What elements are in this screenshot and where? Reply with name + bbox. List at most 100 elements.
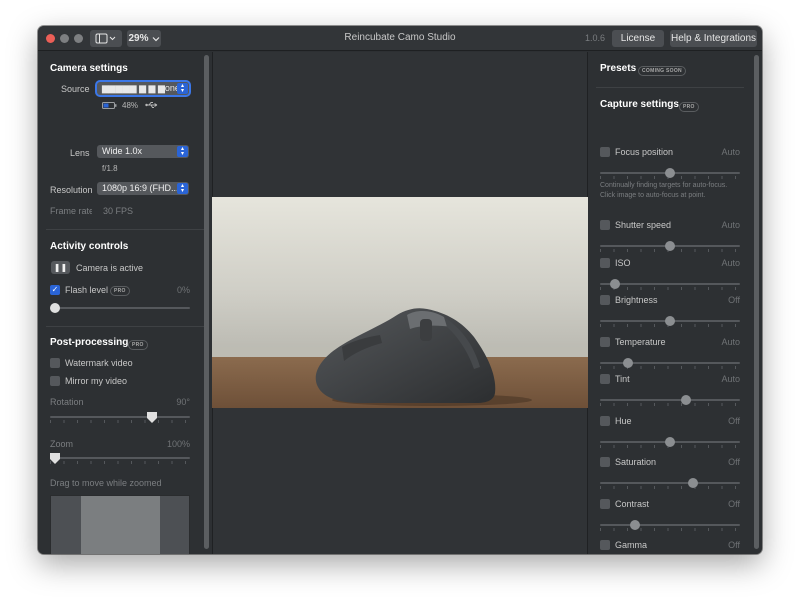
contrast-track [600, 524, 740, 526]
brightness-slider[interactable] [665, 316, 675, 326]
camera-preview[interactable] [212, 197, 588, 408]
divider [46, 229, 204, 230]
shutter-speed-value: Auto [721, 220, 740, 230]
zoom-label: Zoom [50, 439, 74, 449]
resolution-value: 1080p 16:9 (FHD... [102, 183, 179, 193]
hue-slider[interactable] [665, 437, 675, 447]
contrast-slider[interactable] [629, 520, 640, 530]
source-value: ▆▆▆▆▆ ▆ ▆ ▆one [102, 83, 180, 93]
focus-position-slider[interactable] [665, 168, 675, 178]
focus-note: Continually finding targets for auto-foc… [600, 182, 728, 199]
app-window: 29% Reincubate Camo Studio 1.0.6 License… [38, 26, 762, 554]
shutter-speed-checkbox[interactable] [600, 220, 610, 230]
left-scrollbar[interactable] [204, 55, 209, 549]
capture-settings-title: Capture settings [600, 99, 679, 110]
focus-position-value: Auto [721, 147, 740, 157]
checkmark-icon: ✓ [51, 285, 59, 294]
hue-value: Off [728, 416, 740, 426]
post-processing-title: Post-processing [50, 337, 129, 348]
source-label: Source [61, 84, 90, 94]
divider [596, 87, 744, 88]
brightness-checkbox[interactable] [600, 295, 610, 305]
sidebar-toggle-icon [95, 33, 116, 44]
close-window-button[interactable] [46, 34, 55, 43]
drag-hint: Drag to move while zoomed [50, 478, 162, 488]
divider [46, 326, 204, 327]
tint-checkbox[interactable] [600, 374, 610, 384]
mirror-checkbox[interactable] [50, 376, 60, 386]
contrast-checkbox[interactable] [600, 499, 610, 509]
battery-icon [102, 102, 117, 109]
framerate-label: Frame rate [50, 206, 92, 216]
temperature-label: Temperature [615, 337, 666, 347]
zoom-value: 29% [128, 33, 149, 44]
saturation-checkbox[interactable] [600, 457, 610, 467]
tint-ticks [600, 403, 741, 406]
flash-level-track [50, 307, 190, 309]
iso-label: ISO [615, 258, 631, 268]
tint-value: Auto [721, 374, 740, 384]
iso-value: Auto [721, 258, 740, 268]
brightness-label: Brightness [615, 295, 658, 305]
right-scrollbar[interactable] [754, 55, 759, 549]
temperature-track [600, 362, 740, 364]
flash-level-slider[interactable] [50, 303, 60, 313]
zoom-select[interactable]: 29% [127, 30, 161, 47]
pro-badge: PRO [110, 286, 130, 296]
zoom-preview[interactable] [50, 495, 190, 554]
tint-label: Tint [615, 374, 630, 384]
hue-label: Hue [615, 416, 632, 426]
presets-title: Presets [600, 63, 637, 74]
hue-checkbox[interactable] [600, 416, 610, 426]
help-integrations-button[interactable]: Help & Integrations [670, 30, 757, 47]
version-label: 1.0.6 [585, 33, 606, 43]
sidebar-toggle-button[interactable] [90, 30, 122, 47]
lens-select[interactable]: Wide 1.0x ▴ ▾ [97, 145, 189, 158]
camera-settings-title: Camera settings [50, 63, 128, 74]
lens-label: Lens [70, 148, 90, 158]
tint-slider[interactable] [680, 395, 691, 405]
minimize-window-button[interactable] [60, 34, 69, 43]
chevron-updown-icon: ▴ ▾ [177, 146, 188, 157]
flash-level-value: 0% [176, 285, 190, 295]
temperature-checkbox[interactable] [600, 337, 610, 347]
lens-value: Wide 1.0x [102, 146, 143, 156]
framerate-value: 30 FPS [103, 206, 134, 216]
flash-level-label: Flash level [65, 285, 109, 295]
focus-position-checkbox[interactable] [600, 147, 610, 157]
shutter-speed-slider[interactable] [665, 241, 675, 251]
saturation-label: Saturation [615, 457, 657, 467]
gamma-checkbox[interactable] [600, 540, 610, 550]
rotation-value: 90° [176, 397, 190, 407]
zoom-track [50, 457, 190, 459]
resolution-select[interactable]: 1080p 16:9 (FHD... ▴ ▾ [97, 182, 189, 195]
maximize-window-button[interactable] [74, 34, 83, 43]
flash-level-checkbox[interactable]: ✓ [50, 285, 60, 295]
saturation-ticks [600, 486, 741, 489]
contrast-ticks [600, 528, 741, 531]
pause-camera-button[interactable]: ❚❚ [51, 261, 70, 274]
camera-status-text: Camera is active [76, 263, 144, 273]
contrast-value: Off [728, 499, 740, 509]
watermark-label: Watermark video [65, 358, 133, 368]
left-panel: Camera settings Source ▆▆▆▆▆ ▆ ▆ ▆one ▴ ▾… [38, 52, 212, 554]
watermark-checkbox[interactable] [50, 358, 60, 368]
source-select[interactable]: ▆▆▆▆▆ ▆ ▆ ▆one ▴ ▾ [97, 82, 189, 95]
temperature-ticks [600, 366, 741, 369]
rotation-label: Rotation [50, 397, 84, 407]
zoom-viewport[interactable] [81, 496, 160, 554]
pause-icon: ❚❚ [53, 263, 68, 272]
coming-soon-badge: COMING SOON [638, 66, 686, 76]
window-title: Reincubate Camo Studio [344, 32, 456, 43]
rotation-track [50, 416, 190, 418]
battery-level: 48% [122, 101, 139, 110]
chevron-down-icon [152, 36, 159, 41]
focus-position-label: Focus position [615, 147, 674, 157]
shutter-speed-label: Shutter speed [615, 220, 672, 230]
pro-badge: PRO [679, 102, 699, 112]
iso-checkbox[interactable] [600, 258, 610, 268]
brightness-value: Off [728, 295, 740, 305]
titlebar: 29% Reincubate Camo Studio 1.0.6 License… [38, 26, 762, 51]
mirror-label: Mirror my video [65, 376, 128, 386]
license-button[interactable]: License [612, 30, 664, 47]
